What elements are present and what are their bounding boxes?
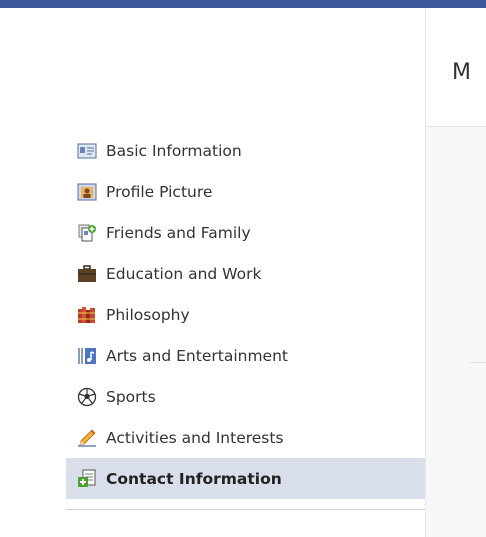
profile-picture-icon bbox=[77, 182, 97, 202]
music-icon bbox=[77, 346, 97, 366]
sidebar-item-activities-and-interests[interactable]: Activities and Interests bbox=[66, 417, 425, 458]
sidebar-item-label: Contact Information bbox=[106, 469, 282, 488]
sidebar-item-label: Activities and Interests bbox=[106, 428, 284, 447]
pencil-icon bbox=[77, 428, 97, 448]
sidebar-item-contact-information[interactable]: Contact Information bbox=[66, 458, 425, 499]
sidebar-item-basic-information[interactable]: Basic Information bbox=[66, 130, 425, 171]
id-card-icon bbox=[77, 141, 97, 161]
profile-sections-nav: Basic Information Profile Picture Friend… bbox=[66, 130, 425, 499]
sidebar-item-label: Sports bbox=[106, 387, 156, 406]
sidebar-item-friends-and-family[interactable]: Friends and Family bbox=[66, 212, 425, 253]
main-content-area bbox=[426, 127, 486, 537]
briefcase-icon bbox=[77, 264, 97, 284]
sidebar-item-label: Arts and Entertainment bbox=[106, 346, 288, 365]
sidebar-item-sports[interactable]: Sports bbox=[66, 376, 425, 417]
top-blue-bar bbox=[0, 0, 486, 8]
sidebar-item-label: Friends and Family bbox=[106, 223, 251, 242]
sidebar-bottom-divider bbox=[66, 509, 425, 510]
sidebar-item-label: Basic Information bbox=[106, 141, 242, 160]
sidebar-item-label: Philosophy bbox=[106, 305, 190, 324]
main-content-divider bbox=[470, 362, 486, 363]
sidebar-item-label: Profile Picture bbox=[106, 182, 213, 201]
sidebar-item-profile-picture[interactable]: Profile Picture bbox=[66, 171, 425, 212]
main-heading: M bbox=[452, 60, 471, 85]
sidebar-item-label: Education and Work bbox=[106, 264, 262, 283]
sidebar-item-arts-and-entertainment[interactable]: Arts and Entertainment bbox=[66, 335, 425, 376]
contact-card-icon bbox=[77, 469, 97, 489]
sidebar-item-education-and-work[interactable]: Education and Work bbox=[66, 253, 425, 294]
books-icon bbox=[77, 305, 97, 325]
sidebar-item-philosophy[interactable]: Philosophy bbox=[66, 294, 425, 335]
soccer-ball-icon bbox=[77, 387, 97, 407]
friends-family-icon bbox=[77, 223, 97, 243]
